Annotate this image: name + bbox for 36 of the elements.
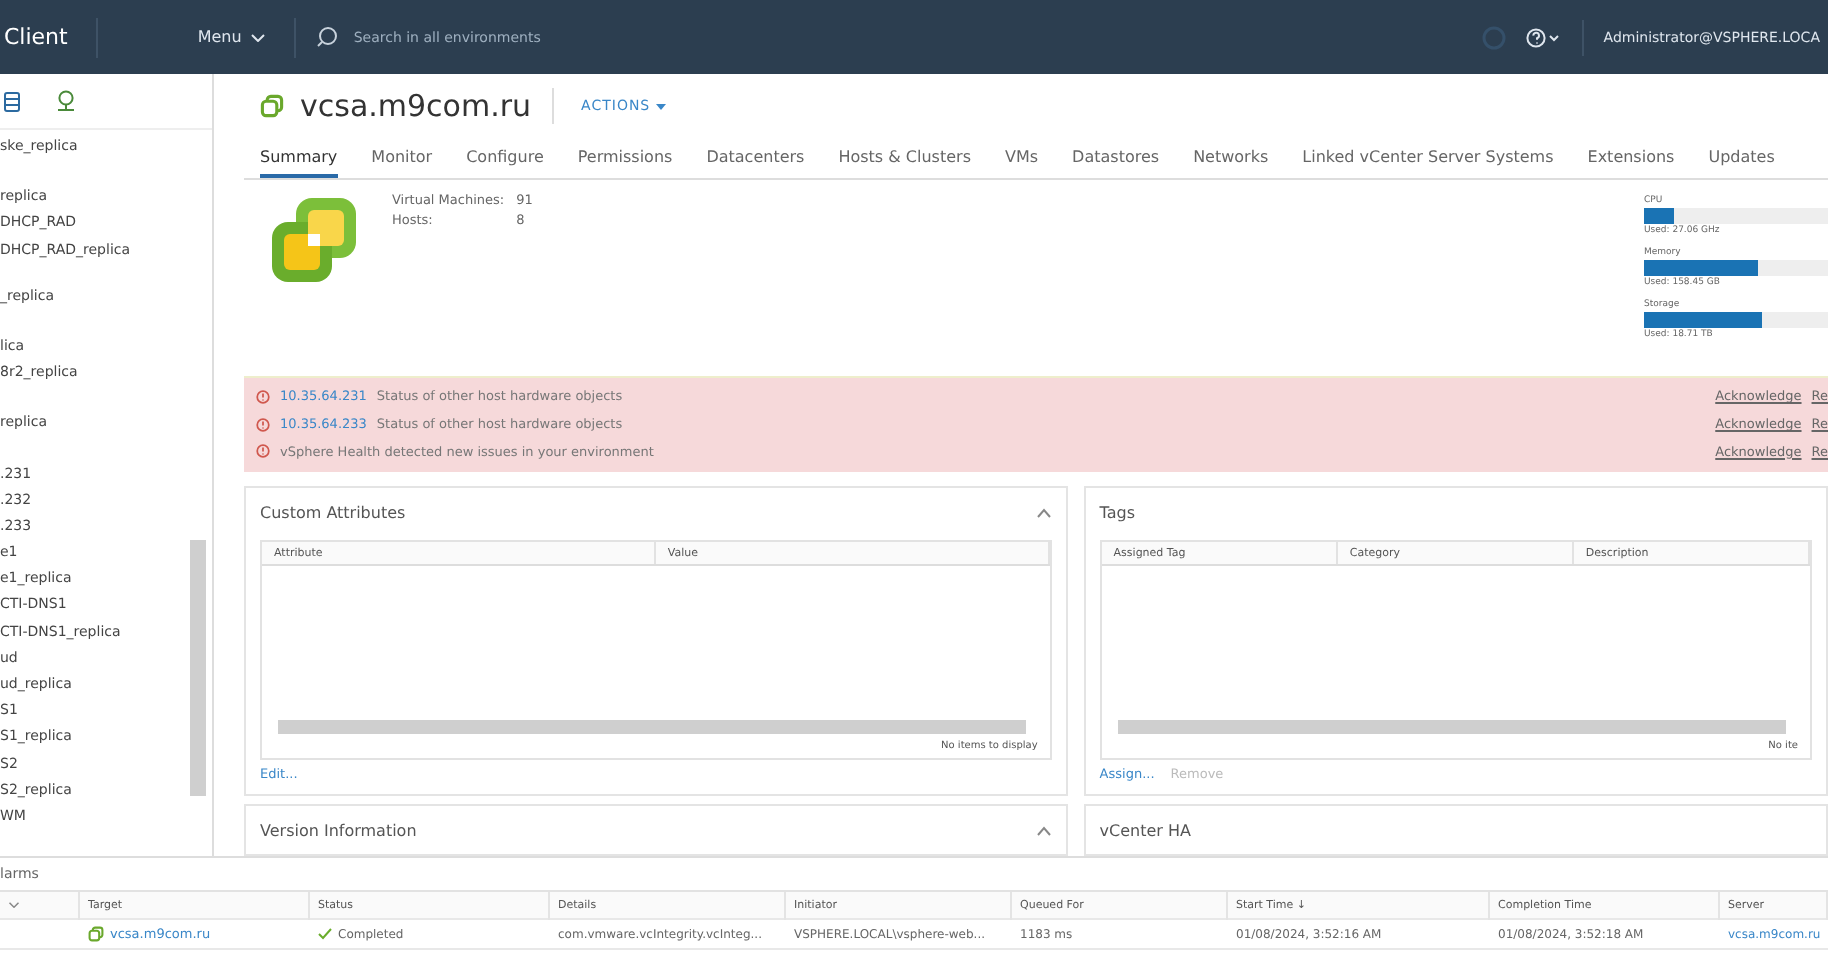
panel-title: vCenter HA	[1099, 821, 1191, 840]
tab[interactable]: Networks	[1193, 137, 1269, 179]
check-icon	[318, 928, 332, 940]
tab[interactable]: Hosts & Clusters	[838, 137, 971, 179]
caret-icon	[249, 33, 266, 41]
collapse-icon[interactable]	[1035, 508, 1052, 519]
help-icon[interactable]	[1525, 27, 1562, 47]
tab[interactable]: VMs	[1005, 137, 1039, 179]
database-icon[interactable]	[4, 91, 20, 111]
search-icon	[315, 26, 338, 48]
tab[interactable]: Monitor	[371, 137, 433, 179]
app-title: Client	[0, 17, 98, 57]
vcenter-icon	[260, 93, 284, 118]
warning-icon	[256, 389, 270, 404]
panel-title: Tags	[1099, 504, 1136, 523]
tab[interactable]: Updates	[1708, 137, 1775, 179]
caret-icon	[655, 103, 666, 110]
collapse-icon[interactable]	[1035, 825, 1052, 836]
tab[interactable]: Configure	[466, 137, 544, 179]
warning-icon	[256, 417, 270, 432]
tab[interactable]: Datacenters	[706, 137, 805, 179]
scrollbar[interactable]	[278, 720, 1026, 735]
tab[interactable]: Summary	[260, 137, 338, 179]
tab[interactable]: Permissions	[577, 137, 673, 179]
object-title: vcsa.m9com.ru	[300, 87, 554, 124]
tab[interactable]: Datastores	[1072, 137, 1160, 179]
scrollbar[interactable]	[1117, 720, 1786, 735]
panel-title: Version Information	[260, 821, 417, 840]
caret-icon	[8, 902, 20, 908]
vcenter-icon	[88, 926, 104, 942]
scrollbar[interactable]	[190, 540, 206, 796]
tab[interactable]: Linked vCenter Server Systems	[1302, 137, 1554, 179]
warning-icon	[256, 444, 270, 459]
menu-button[interactable]: Menu	[97, 17, 296, 57]
panel-title: Custom Attributes	[260, 504, 406, 523]
tab[interactable]: Extensions	[1587, 137, 1675, 179]
